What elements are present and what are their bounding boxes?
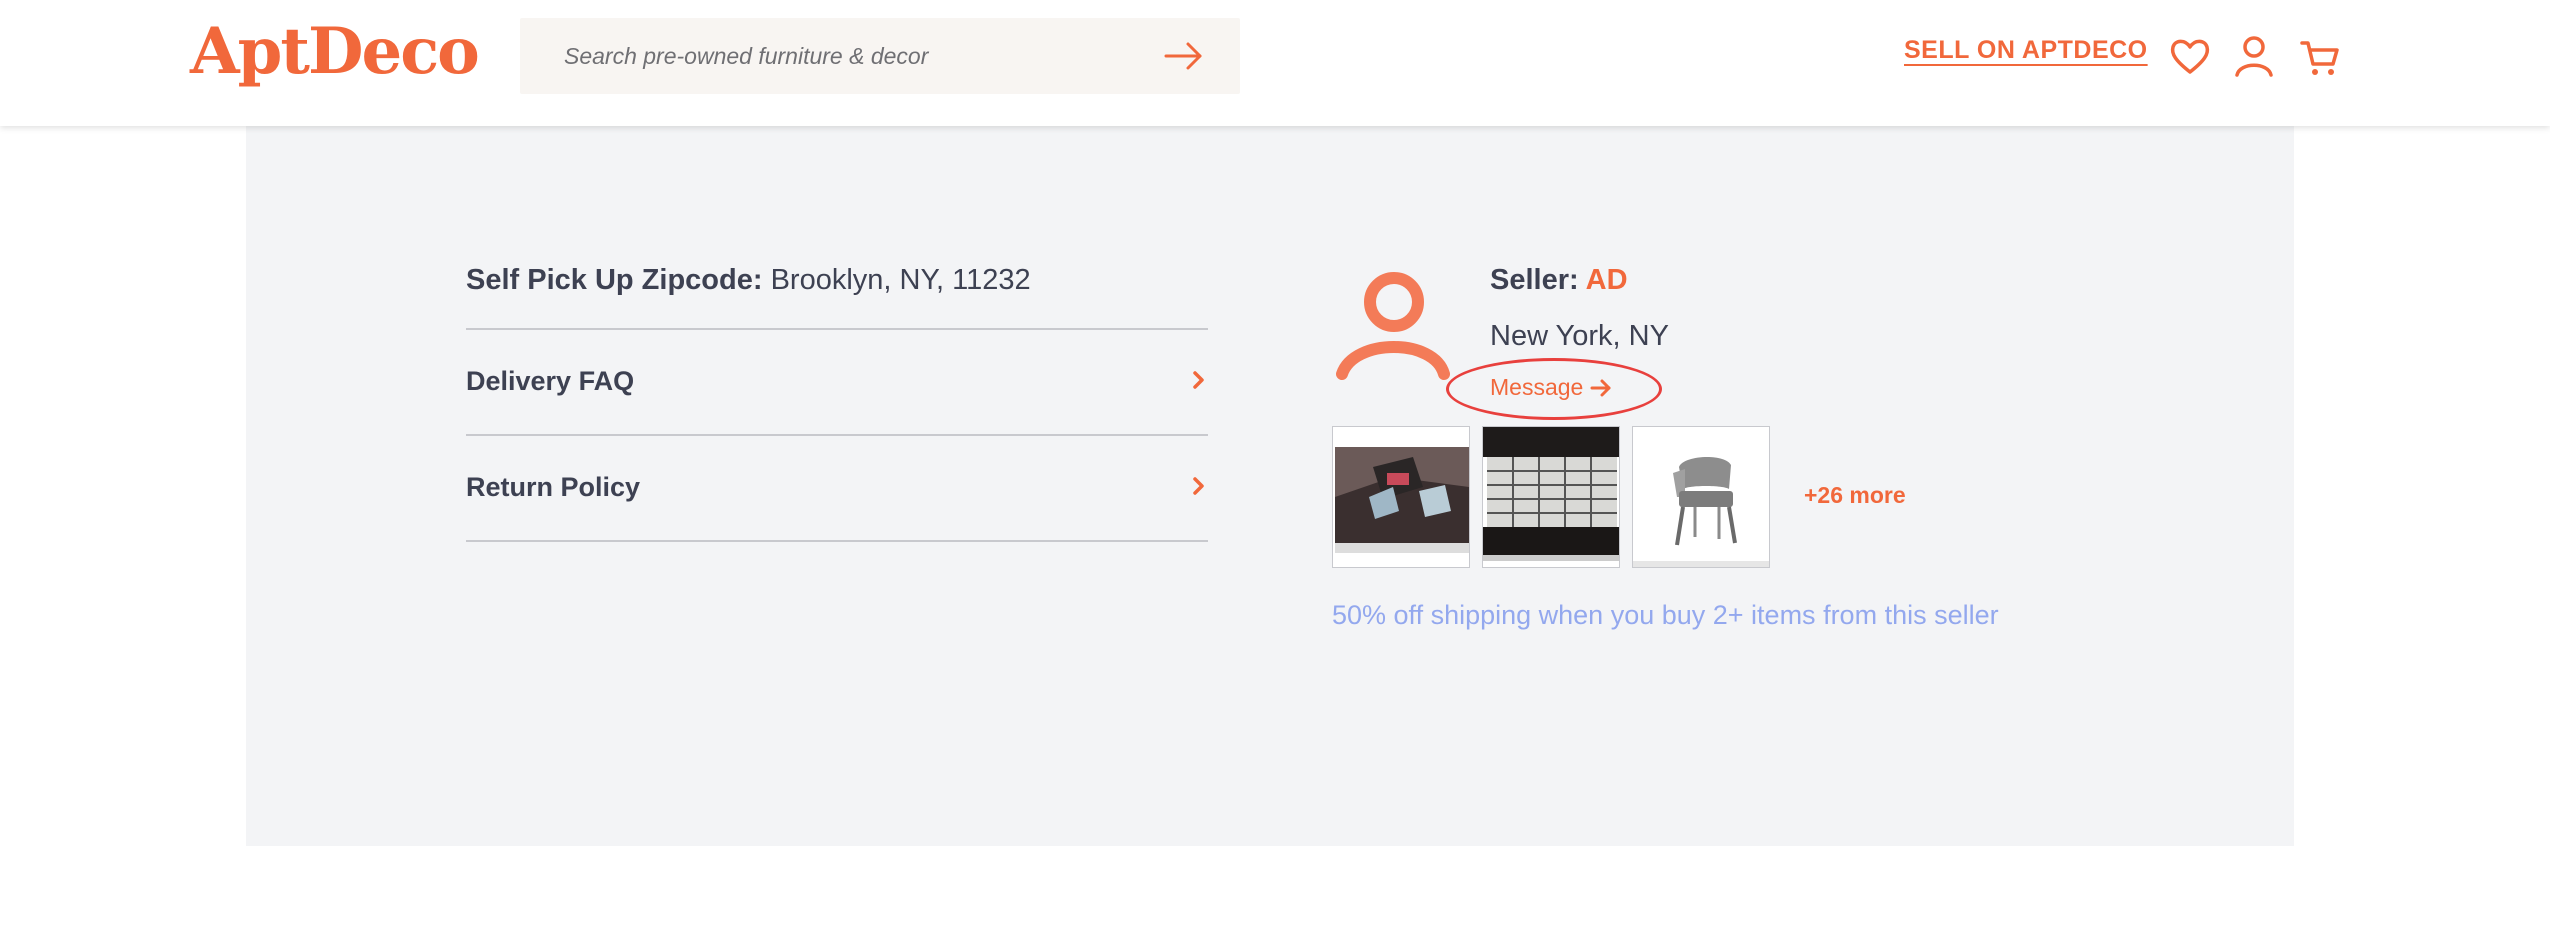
message-label: Message	[1490, 374, 1584, 400]
zip-value: Brooklyn, NY, 11232	[770, 264, 1031, 296]
search-bar	[520, 18, 1240, 94]
row-label: Delivery FAQ	[466, 366, 635, 396]
seller-name[interactable]: AD	[1586, 264, 1628, 296]
heart-icon[interactable]	[2168, 34, 2212, 78]
seller-info: Seller: AD	[1490, 264, 1628, 297]
arrow-right-icon	[1590, 379, 1611, 397]
pickup-zipcode: Self Pick Up Zipcode: Brooklyn, NY, 1123…	[466, 264, 1031, 297]
seller-item-thumbnail[interactable]	[1332, 426, 1470, 568]
seller-item-thumbnail[interactable]	[1482, 426, 1620, 568]
product-image	[1333, 427, 1469, 567]
sell-on-aptdeco-link[interactable]: SELL ON APTDECO	[1904, 36, 2148, 65]
row-label: Return Policy	[466, 472, 641, 502]
chevron-right-icon	[1193, 371, 1204, 389]
seller-item-thumbnail[interactable]	[1632, 426, 1770, 568]
chevron-right-icon	[1193, 477, 1204, 495]
product-image	[1633, 427, 1769, 567]
shipping-promo-text: 50% off shipping when you buy 2+ items f…	[1332, 600, 1999, 630]
search-input[interactable]	[520, 18, 1160, 94]
user-icon[interactable]	[2232, 34, 2276, 78]
seller-avatar-icon	[1336, 272, 1450, 380]
seller-location: New York, NY	[1490, 320, 1669, 352]
cart-icon[interactable]	[2298, 34, 2342, 78]
arrow-right-icon[interactable]	[1164, 40, 1204, 72]
message-seller-link[interactable]: Message	[1490, 374, 1612, 401]
seller-label: Seller:	[1490, 264, 1579, 296]
return-policy-row[interactable]: Return Policy	[466, 436, 1208, 542]
aptdeco-logo[interactable]: AptDeco	[190, 14, 480, 90]
product-image	[1483, 427, 1619, 567]
delivery-faq-row[interactable]: Delivery FAQ	[466, 330, 1208, 436]
more-items-link[interactable]: +26 more	[1804, 482, 1906, 509]
site-header: AptDeco SELL ON APTDECO	[0, 0, 2550, 126]
zip-label: Self Pick Up Zipcode:	[466, 264, 763, 296]
